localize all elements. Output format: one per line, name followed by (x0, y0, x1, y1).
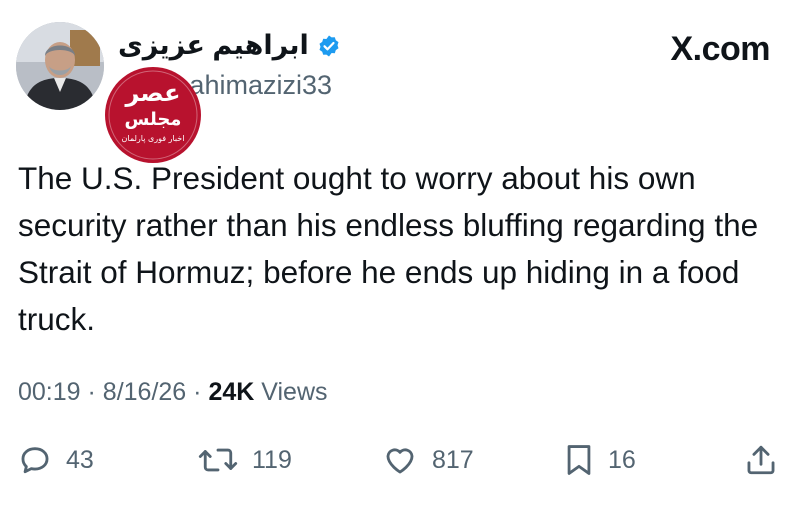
tweet-meta[interactable]: 00:19 · 8/16/26 · 24K Views (18, 378, 328, 407)
reply-count: 43 (66, 445, 94, 474)
views-label: Views (261, 378, 328, 406)
repost-icon (198, 448, 238, 472)
tweet-time[interactable]: 00:19 (18, 378, 81, 406)
meta-separator: · (193, 378, 202, 406)
like-button[interactable]: 817 (382, 436, 474, 484)
like-count: 817 (432, 445, 474, 474)
site-label: X.com (670, 30, 770, 68)
heart-icon (386, 448, 414, 474)
author-name-row[interactable]: ابراهیم عزیزی (118, 30, 341, 61)
avatar[interactable] (16, 22, 104, 110)
avatar-image (16, 22, 104, 110)
watermark-line1: عصر (125, 79, 181, 107)
watermark-line2: مجلس (125, 109, 182, 130)
meta-separator: · (87, 378, 96, 406)
action-bar: 43 119 817 16 (0, 436, 800, 484)
handle-text: ahimazizi33 (189, 70, 332, 100)
watermark-logo: عصر مجلس اخبار فوری پارلمان (105, 67, 201, 163)
verified-badge-icon (319, 35, 339, 56)
reply-button[interactable]: 43 (18, 436, 94, 484)
share-button[interactable] (744, 436, 778, 484)
views-count: 24K (208, 378, 255, 406)
repost-count: 119 (252, 445, 292, 474)
author-display-name[interactable]: ابراهیم عزیزی (118, 30, 309, 61)
watermark-line3: اخبار فوری پارلمان (122, 134, 185, 143)
bookmark-count: 16 (608, 445, 636, 474)
bookmark-icon (567, 445, 591, 475)
repost-button[interactable]: 119 (198, 436, 292, 484)
reply-icon (21, 447, 49, 474)
tweet-text: The U.S. President ought to worry about … (18, 160, 759, 337)
bookmark-button[interactable]: 16 (564, 436, 636, 484)
tweet-date[interactable]: 8/16/26 (103, 378, 186, 406)
share-icon (747, 445, 775, 475)
